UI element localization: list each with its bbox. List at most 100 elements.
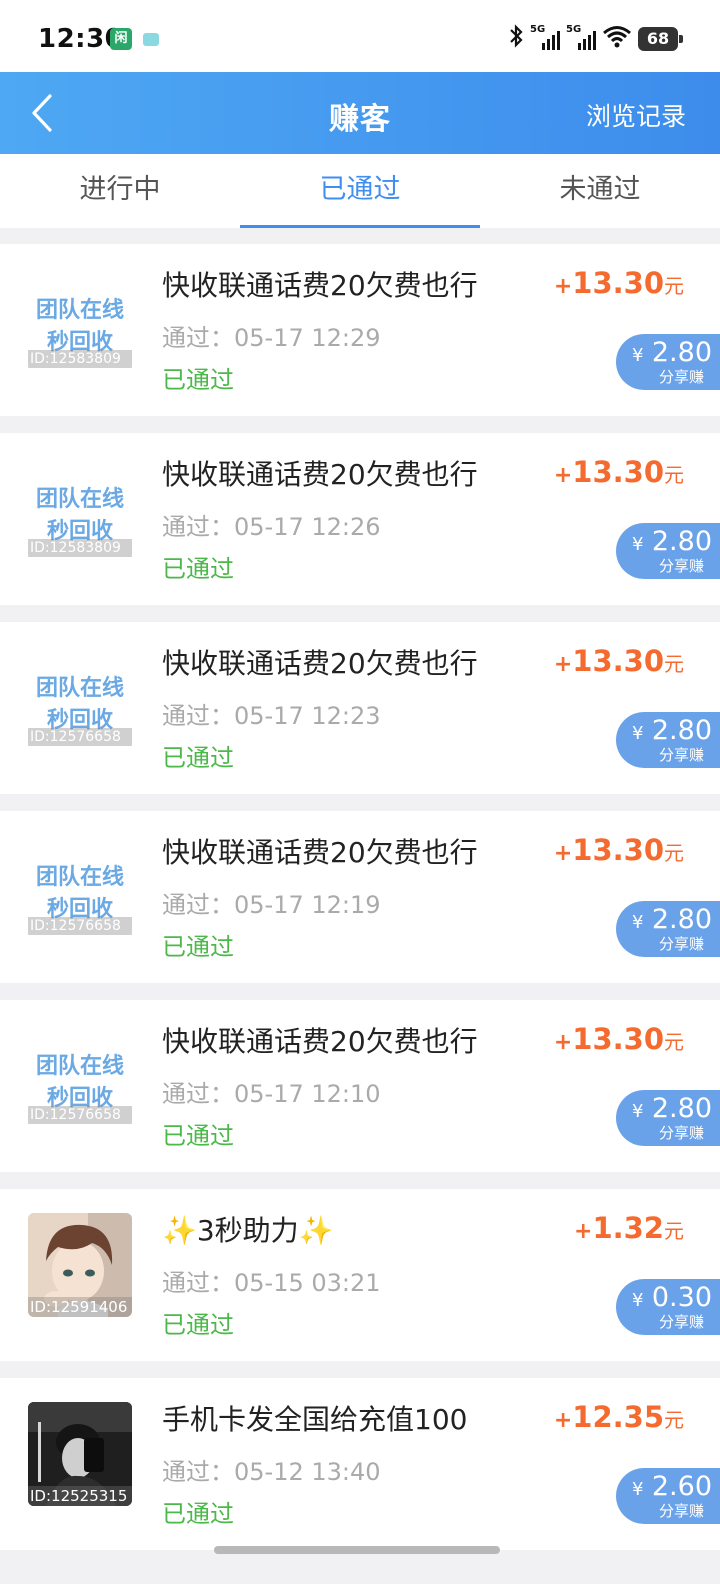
- battery-icon: 68: [638, 27, 683, 51]
- task-pass-time: 通过：05-17 12:26: [162, 513, 381, 541]
- share-value: 2.80: [651, 337, 712, 368]
- signal-5g-icon-2: 5G: [566, 24, 596, 52]
- share-value: 0.30: [651, 1282, 712, 1313]
- app-notification-icon: [143, 33, 159, 46]
- task-title: 快收联通话费20欠费也行: [162, 1025, 478, 1058]
- share-value: 2.80: [651, 526, 712, 557]
- task-title: 手机卡发全国给充值100: [162, 1403, 468, 1436]
- chevron-left-icon: [32, 94, 52, 132]
- yen-icon: ¥: [632, 912, 644, 933]
- task-pass-time: 通过：05-17 12:29: [162, 324, 381, 352]
- task-title: 快收联通话费20欠费也行: [162, 836, 478, 869]
- share-value: 2.60: [651, 1471, 712, 1502]
- task-reward: +12.35元: [553, 1400, 684, 1434]
- task-reward: +13.30元: [553, 644, 684, 678]
- back-button[interactable]: [22, 88, 70, 138]
- logo-text-line1: 团队在线: [35, 865, 124, 890]
- task-title: 快收联通话费20欠费也行: [162, 458, 478, 491]
- task-title: ✨3秒助力✨: [162, 1214, 334, 1247]
- task-reward: +13.30元: [553, 1022, 684, 1056]
- task-thumbnail: 团队在线 秒回收 ID:12583809: [28, 268, 132, 372]
- yen-icon: ¥: [632, 1290, 644, 1311]
- task-item[interactable]: ID:12525315 手机卡发全国给充值100 通过：05-12 13:40 …: [0, 1378, 720, 1550]
- tab-rejected[interactable]: 未通过: [480, 154, 720, 228]
- task-id: ID:12583809: [28, 539, 132, 557]
- task-item[interactable]: 团队在线 秒回收 ID:12576658 快收联通话费20欠费也行 通过：05-…: [0, 811, 720, 983]
- share-earn-button[interactable]: ¥ 2.60 分享赚: [616, 1468, 720, 1524]
- share-value: 2.80: [651, 715, 712, 746]
- yen-icon: ¥: [632, 534, 644, 555]
- share-value: 2.80: [651, 1093, 712, 1124]
- task-pass-time: 通过：05-12 13:40: [162, 1458, 381, 1486]
- status-bar: 12:30 闲 5G 5G 68: [0, 0, 720, 72]
- task-status: 已通过: [162, 1311, 234, 1339]
- task-status: 已通过: [162, 1122, 234, 1150]
- task-id: ID:12576658: [28, 917, 132, 935]
- task-item[interactable]: 团队在线 秒回收 ID:12583809 快收联通话费20欠费也行 通过：05-…: [0, 244, 720, 416]
- task-thumbnail: 团队在线 秒回收 ID:12576658: [28, 646, 132, 750]
- task-item[interactable]: 团队在线 秒回收 ID:12576658 快收联通话费20欠费也行 通过：05-…: [0, 622, 720, 794]
- task-list: 团队在线 秒回收 ID:12583809 快收联通话费20欠费也行 通过：05-…: [0, 244, 720, 1567]
- share-earn-button[interactable]: ¥ 2.80 分享赚: [616, 901, 720, 957]
- anime-avatar: ID:12591406: [28, 1213, 132, 1317]
- share-label: 分享赚: [658, 1313, 704, 1331]
- task-pass-time: 通过：05-17 12:23: [162, 702, 381, 730]
- share-label: 分享赚: [658, 935, 704, 953]
- task-id: ID:12525315: [28, 1486, 132, 1506]
- task-status: 已通过: [162, 366, 234, 394]
- bluetooth-icon: [508, 24, 524, 54]
- yen-icon: ¥: [632, 345, 644, 366]
- task-thumbnail: 团队在线 秒回收 ID:12576658: [28, 835, 132, 939]
- browse-history-link[interactable]: 浏览记录: [586, 97, 686, 133]
- wifi-icon: [602, 24, 632, 54]
- task-reward: +1.32元: [574, 1211, 684, 1245]
- xianyu-app-icon: 闲: [110, 28, 132, 50]
- status-icons: 5G 5G 68: [508, 24, 683, 54]
- task-reward: +13.30元: [553, 455, 684, 489]
- task-item[interactable]: 团队在线 秒回收 ID:12576658 快收联通话费20欠费也行 通过：05-…: [0, 1000, 720, 1172]
- share-label: 分享赚: [658, 557, 704, 575]
- task-status: 已通过: [162, 933, 234, 961]
- share-earn-button[interactable]: ¥ 2.80 分享赚: [616, 523, 720, 579]
- yen-icon: ¥: [632, 1479, 644, 1500]
- photo-avatar: ID:12525315: [28, 1402, 132, 1506]
- task-id: ID:12583809: [28, 350, 132, 368]
- task-status: 已通过: [162, 744, 234, 772]
- task-status: 已通过: [162, 1500, 234, 1528]
- logo-text-line1: 团队在线: [35, 487, 124, 512]
- header-bar: 赚客 浏览记录: [0, 72, 720, 154]
- share-label: 分享赚: [658, 1124, 704, 1142]
- home-indicator[interactable]: [214, 1546, 500, 1554]
- task-status: 已通过: [162, 555, 234, 583]
- share-label: 分享赚: [658, 368, 704, 386]
- logo-text-line1: 团队在线: [35, 1054, 124, 1079]
- task-title: 快收联通话费20欠费也行: [162, 647, 478, 680]
- task-pass-time: 通过：05-17 12:10: [162, 1080, 381, 1108]
- task-reward: +13.30元: [553, 833, 684, 867]
- task-thumbnail: 团队在线 秒回收 ID:12576658: [28, 1024, 132, 1128]
- task-thumbnail: 团队在线 秒回收 ID:12583809: [28, 457, 132, 561]
- task-title: 快收联通话费20欠费也行: [162, 269, 478, 302]
- share-value: 2.80: [651, 904, 712, 935]
- share-earn-button[interactable]: ¥ 2.80 分享赚: [616, 712, 720, 768]
- logo-text-line1: 团队在线: [35, 676, 124, 701]
- task-item[interactable]: ID:12591406 ✨3秒助力✨ 通过：05-15 03:21 已通过 +1…: [0, 1189, 720, 1361]
- task-reward: +13.30元: [553, 266, 684, 300]
- status-tabs: 进行中 已通过 未通过: [0, 154, 720, 228]
- share-label: 分享赚: [658, 746, 704, 764]
- share-label: 分享赚: [658, 1502, 704, 1520]
- share-earn-button[interactable]: ¥ 0.30 分享赚: [616, 1279, 720, 1335]
- yen-icon: ¥: [632, 723, 644, 744]
- signal-5g-icon: 5G: [530, 24, 560, 52]
- tab-in-progress[interactable]: 进行中: [0, 154, 240, 228]
- logo-text-line1: 团队在线: [35, 298, 124, 323]
- task-id: ID:12576658: [28, 1106, 132, 1124]
- tab-passed[interactable]: 已通过: [240, 154, 480, 228]
- task-pass-time: 通过：05-17 12:19: [162, 891, 381, 919]
- task-pass-time: 通过：05-15 03:21: [162, 1269, 381, 1297]
- task-id: ID:12576658: [28, 728, 132, 746]
- share-earn-button[interactable]: ¥ 2.80 分享赚: [616, 334, 720, 390]
- task-id: ID:12591406: [28, 1297, 132, 1317]
- share-earn-button[interactable]: ¥ 2.80 分享赚: [616, 1090, 720, 1146]
- task-item[interactable]: 团队在线 秒回收 ID:12583809 快收联通话费20欠费也行 通过：05-…: [0, 433, 720, 605]
